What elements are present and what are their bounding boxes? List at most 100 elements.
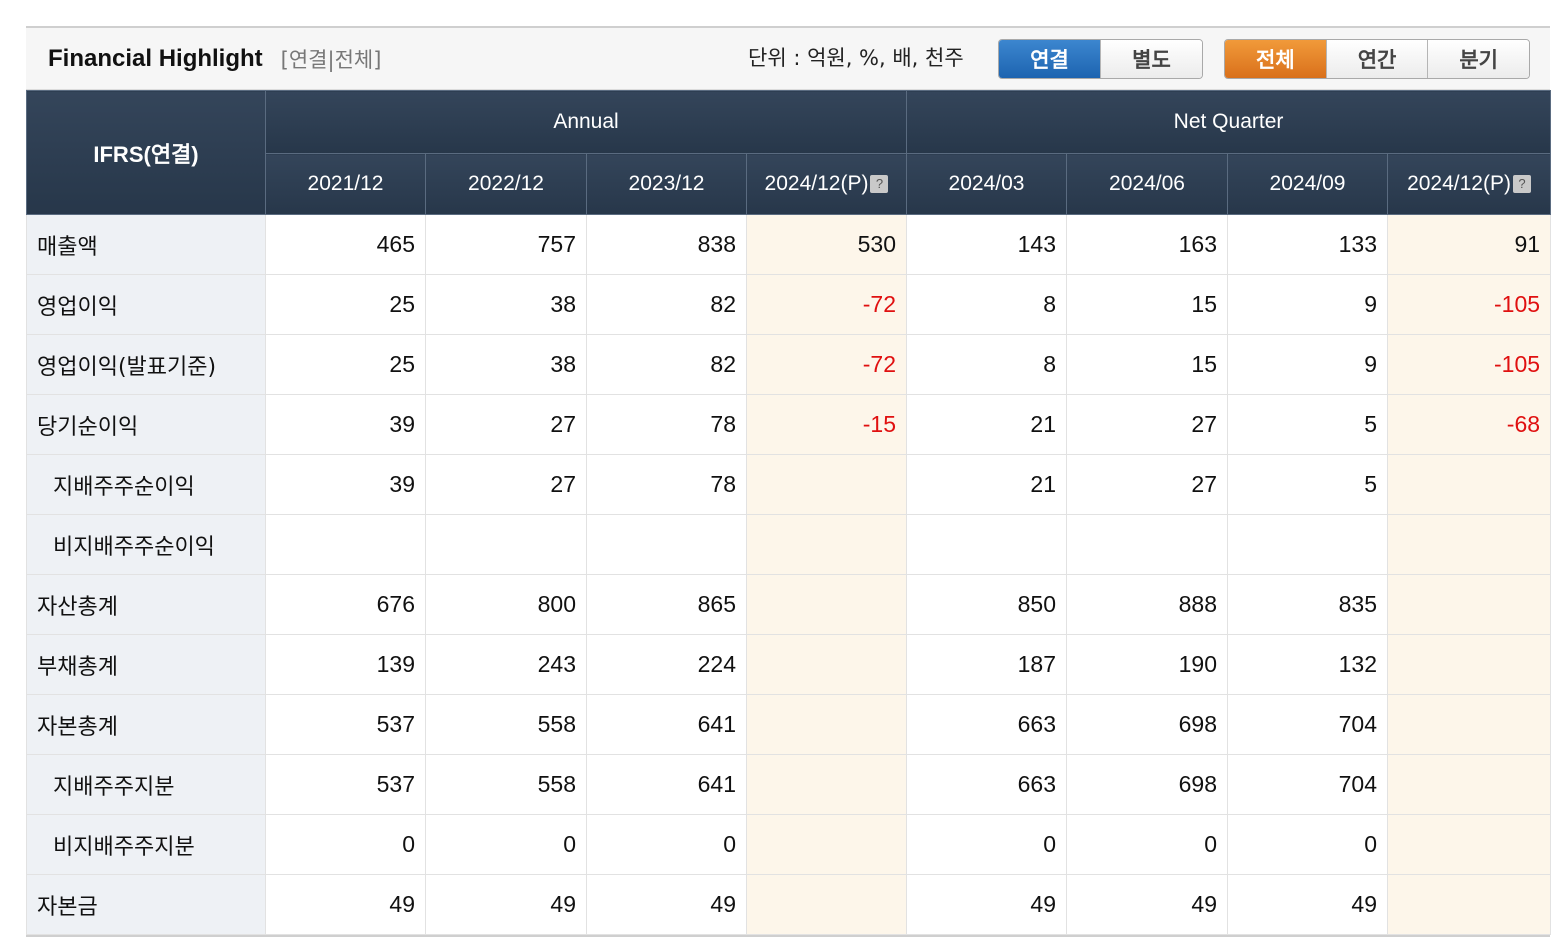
- table-cell: 49: [1066, 874, 1229, 935]
- table-cell: 537: [265, 754, 426, 815]
- table-cell: 91: [1387, 214, 1552, 275]
- table-cell: 21: [906, 454, 1068, 515]
- table-cell: 82: [586, 334, 747, 395]
- table-cell: [1387, 634, 1552, 695]
- table-cell: 757: [425, 214, 587, 275]
- table-cell: 0: [906, 814, 1068, 875]
- table-cell: 25: [265, 334, 426, 395]
- financial-table: IFRS(연결) Annual Net Quarter 2021/12 2022/…: [26, 90, 1552, 935]
- table-cell: 49: [586, 874, 747, 935]
- table-cell: 49: [1227, 874, 1389, 935]
- table-cell: 641: [586, 694, 747, 755]
- row-label: 지배주주지분: [26, 754, 266, 815]
- table-cell: 865: [586, 574, 747, 635]
- panel-subtitle: [연결|전체]: [280, 47, 382, 72]
- column-header: 2024/09: [1227, 153, 1389, 215]
- column-header-label: 2024/12(P): [764, 172, 869, 195]
- table-cell: 38: [425, 274, 587, 335]
- table-row: 지배주주지분 537 558 641 663 698 704: [26, 754, 1552, 815]
- table-cell: 190: [1066, 634, 1229, 695]
- table-cell: 39: [265, 394, 426, 455]
- table-cell: [1387, 694, 1552, 755]
- table-row: 부채총계 139 243 224 187 190 132: [26, 634, 1552, 695]
- table-row: 비지배주주지분 0 0 0 0 0 0: [26, 814, 1552, 875]
- table-cell: [265, 514, 426, 575]
- row-label: 당기순이익: [26, 394, 266, 455]
- table-cell: 0: [586, 814, 747, 875]
- table-cell: [745, 514, 908, 575]
- separate-button[interactable]: 별도: [1101, 40, 1202, 78]
- table-cell: 133: [1227, 214, 1389, 275]
- table-cell: 27: [1066, 454, 1229, 515]
- table-cell: [906, 514, 1068, 575]
- table-cell: 888: [1066, 574, 1229, 635]
- table-cell: 663: [906, 754, 1068, 815]
- table-cell: 9: [1227, 334, 1389, 395]
- row-label: 비지배주주순이익: [26, 514, 266, 575]
- column-header: 2022/12: [425, 153, 587, 215]
- table-cell: 132: [1227, 634, 1389, 695]
- panel-title: Financial Highlight: [48, 44, 263, 72]
- column-header-label: 2024/12(P): [1407, 172, 1511, 195]
- period-toggle: 전체 연간 분기: [1224, 39, 1530, 79]
- table-cell: 0: [265, 814, 426, 875]
- column-header-label: 2024/06: [1109, 172, 1185, 195]
- table-cell: [745, 874, 908, 935]
- table-cell: 537: [265, 694, 426, 755]
- table-cell: -105: [1387, 334, 1552, 395]
- help-icon[interactable]: ?: [1512, 175, 1531, 194]
- table-cell: 78: [586, 454, 747, 515]
- table-cell: 676: [265, 574, 426, 635]
- table-cell: 25: [265, 274, 426, 335]
- table-cell: 9: [1227, 274, 1389, 335]
- table-cell: 641: [586, 754, 747, 815]
- table-cell: [586, 514, 747, 575]
- row-label: 자산총계: [26, 574, 266, 635]
- unit-label: 단위 : 억원, %, 배, 천주: [748, 46, 964, 70]
- table-cell: 838: [586, 214, 747, 275]
- table-cell: 850: [906, 574, 1068, 635]
- help-icon[interactable]: ?: [870, 175, 889, 194]
- table-cell: 78: [586, 394, 747, 455]
- table-cell: [1387, 454, 1552, 515]
- table-cell: [1387, 754, 1552, 815]
- table-cell: [1387, 874, 1552, 935]
- table-row: 비지배주주순이익: [26, 514, 1552, 575]
- column-header: 2021/12: [265, 153, 426, 215]
- column-header: 2024/12(P)?: [745, 153, 908, 215]
- table-cell: 139: [265, 634, 426, 695]
- quarter-button[interactable]: 분기: [1428, 40, 1529, 78]
- table-cell: 163: [1066, 214, 1229, 275]
- table-cell: [745, 754, 908, 815]
- table-cell: 5: [1227, 394, 1389, 455]
- column-header-label: 2022/12: [468, 172, 544, 195]
- table-cell: [745, 634, 908, 695]
- table-cell: 530: [745, 214, 908, 275]
- table-row: 영업이익 25 38 82 -72 8 15 9 -105: [26, 274, 1552, 335]
- table-cell: 558: [425, 754, 587, 815]
- table-cell: 15: [1066, 334, 1229, 395]
- consolidated-button[interactable]: 연결: [999, 40, 1101, 78]
- table-cell: -68: [1387, 394, 1552, 455]
- table-cell: 8: [906, 274, 1068, 335]
- row-label: 영업이익: [26, 274, 266, 335]
- table-cell: 8: [906, 334, 1068, 395]
- table-cell: [745, 814, 908, 875]
- table-cell: [745, 694, 908, 755]
- table-cell: 0: [425, 814, 587, 875]
- table-cell: 82: [586, 274, 747, 335]
- column-header-label: 2024/09: [1269, 172, 1346, 195]
- all-period-button[interactable]: 전체: [1225, 40, 1327, 78]
- annual-button[interactable]: 연간: [1326, 40, 1429, 78]
- table-cell: [745, 454, 908, 515]
- row-label: 부채총계: [26, 634, 266, 695]
- ifrs-corner-header: IFRS(연결): [26, 90, 266, 215]
- table-cell: 0: [1066, 814, 1229, 875]
- column-header: 2024/12(P)?: [1387, 153, 1552, 215]
- table-cell: 800: [425, 574, 587, 635]
- row-label: 영업이익(발표기준): [26, 334, 266, 395]
- table-cell: 243: [425, 634, 587, 695]
- net-quarter-group-header: Net Quarter: [906, 90, 1552, 154]
- table-cell: 49: [906, 874, 1068, 935]
- table-cell: [1227, 514, 1389, 575]
